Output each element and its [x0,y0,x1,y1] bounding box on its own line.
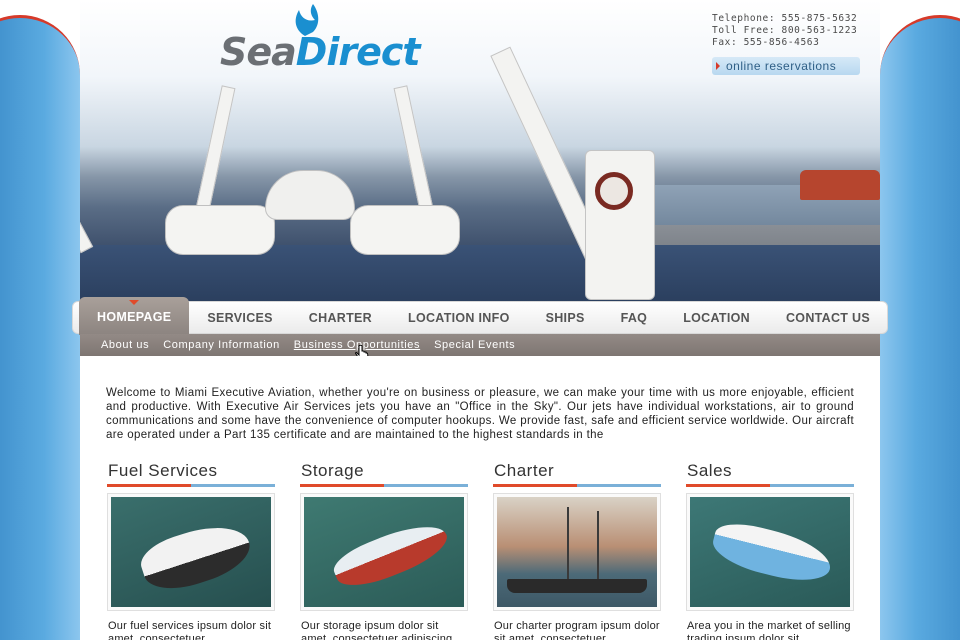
card-charter: Charter Our charter program ipsum dolor … [493,460,661,640]
winch-wheel [595,172,633,210]
card-divider [300,484,468,487]
nav-item-ships[interactable]: SHIPS [528,302,603,335]
card-description: Our fuel services ipsum dolor sit amet, … [108,620,272,640]
tugboat-icon [328,514,454,596]
nav-item-charter[interactable]: CHARTER [291,302,390,335]
arrow-right-icon [716,62,720,70]
logo-sea-text: Sea [220,30,297,74]
nav-item-homepage[interactable]: HOMEPAGE [79,297,190,335]
card-divider [107,484,275,487]
toll-free-text: Toll Free: 800-563-1223 [712,25,858,36]
card-thumbnail[interactable] [686,493,854,611]
nav-item-services[interactable]: SERVICES [189,302,290,335]
header-banner-photo: SeaDirect Telephone: 555-875-5632 Toll F… [80,0,880,305]
site-logo[interactable]: SeaDirect [220,30,421,80]
main-navigation: HOMEPAGE SERVICES CHARTER LOCATION INFO … [72,297,888,335]
logo-direct-text: Direct [295,30,421,74]
fax-text: Fax: 555-856-4563 [712,37,820,48]
right-decorative-panel [880,15,960,640]
nav-item-location-info[interactable]: LOCATION INFO [390,302,528,335]
online-reservations-label: online reservations [726,59,837,73]
subnav-item-special-events[interactable]: Special Events [434,334,515,356]
distant-ferry [800,170,880,200]
lifeboat-center [265,170,355,220]
intro-paragraph: Welcome to Miami Executive Aviation, whe… [106,387,854,441]
subnav-item-about-us[interactable]: About us [101,334,149,356]
page-container: SeaDirect Telephone: 555-875-5632 Toll F… [72,0,888,640]
nav-item-location[interactable]: LOCATION [665,302,768,335]
pilot-boat-icon [135,515,257,599]
online-reservations-button[interactable]: online reservations [712,57,860,75]
card-sales: Sales Area you in the market of selling … [686,460,854,640]
crane-left-arm [80,78,94,254]
left-decorative-panel [0,15,80,640]
card-thumbnail[interactable] [493,493,661,611]
sub-navigation: About us Company Information Business Op… [80,334,880,356]
card-title: Fuel Services [108,461,218,480]
telephone-text: Telephone: 555-875-5632 [712,13,858,24]
card-description: Our charter program ipsum dolor sit amet… [494,620,660,640]
lifeboat-right [350,205,460,255]
sailing-ship-icon [507,579,647,593]
contact-info: Telephone: 555-875-5632 Toll Free: 800-5… [712,13,872,49]
card-divider [493,484,661,487]
card-description: Area you in the market of selling tradin… [687,620,851,640]
card-title: Charter [494,461,555,480]
subnav-item-company-information[interactable]: Company Information [163,334,280,356]
lifeboat-left [165,205,275,255]
card-thumbnail[interactable] [107,493,275,611]
nav-item-contact-us[interactable]: CONTACT US [768,302,888,335]
yacht-icon [708,517,836,589]
card-description: Our storage ipsum dolor sit amet, consec… [301,620,453,640]
card-title: Sales [687,461,733,480]
card-title: Storage [301,461,365,480]
nav-item-faq[interactable]: FAQ [603,302,666,335]
card-divider [686,484,854,487]
ship-mast [597,511,599,579]
card-fuel-services: Fuel Services Our fuel services ipsum do… [107,460,275,640]
card-storage: Storage Our storage ipsum dolor sit amet… [300,460,468,640]
card-thumbnail[interactable] [300,493,468,611]
main-content: Welcome to Miami Executive Aviation, whe… [80,356,880,640]
ship-mast [567,507,569,579]
